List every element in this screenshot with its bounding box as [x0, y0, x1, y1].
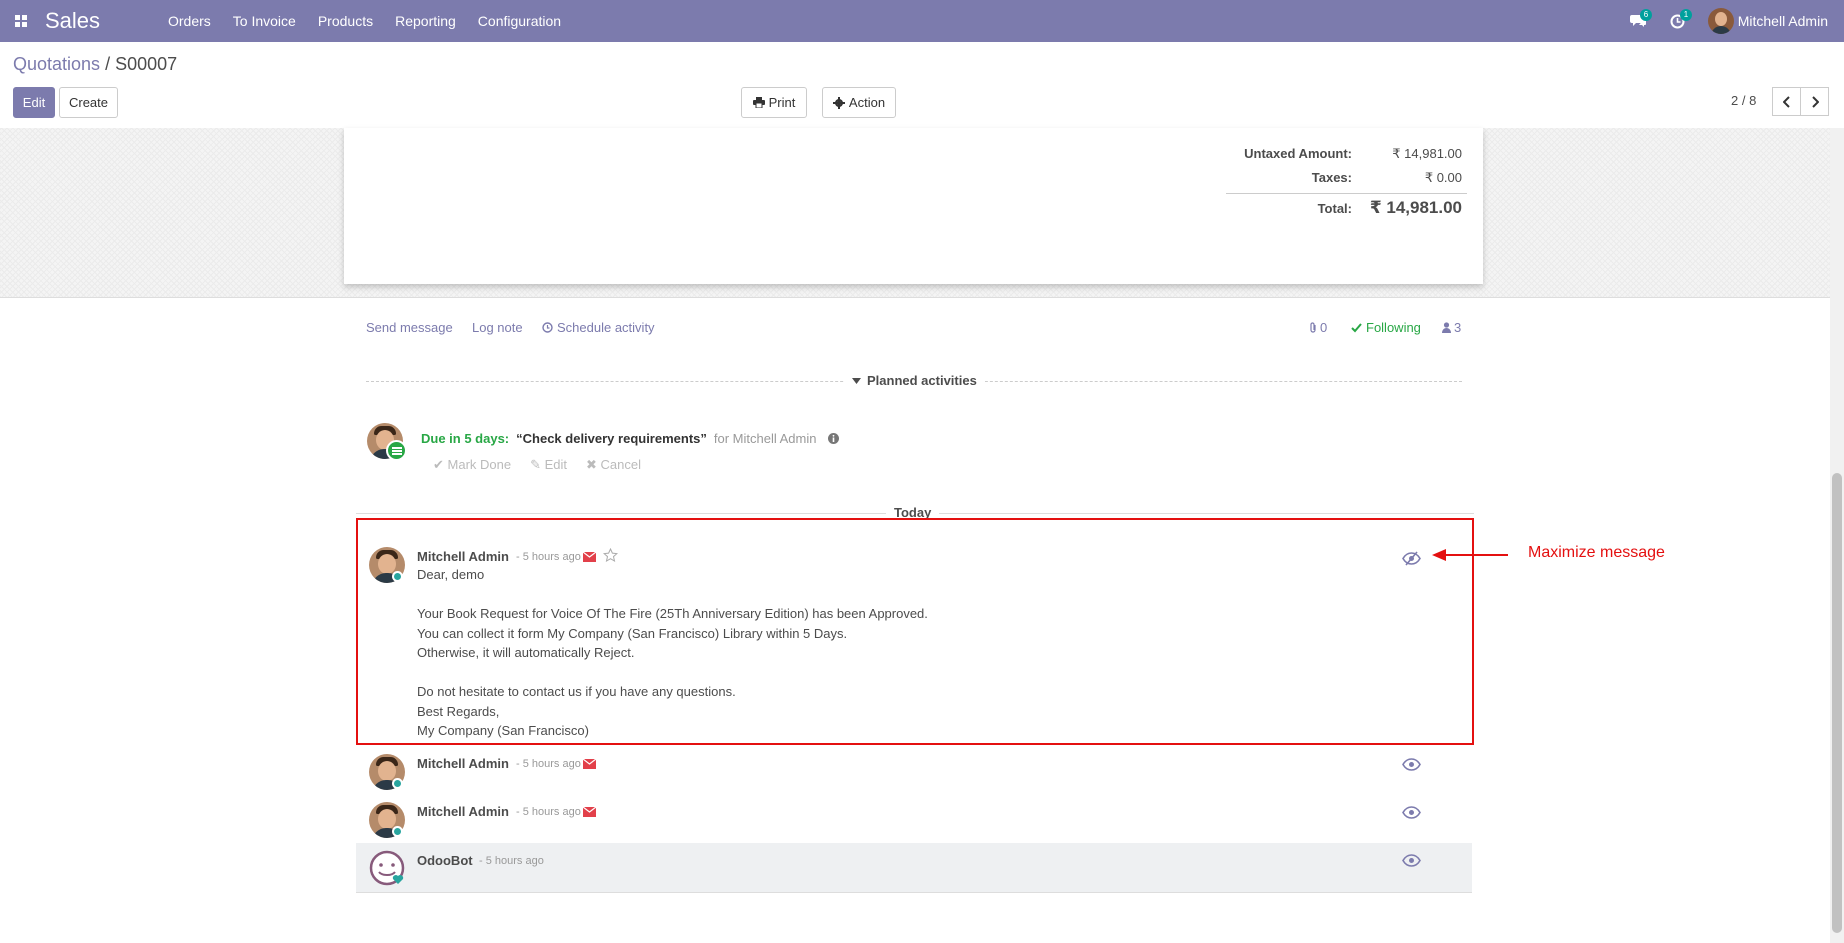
message-body: Dear, demo Your Book Request for Voice O… [417, 567, 928, 738]
pager-previous-button[interactable] [1772, 87, 1801, 116]
message-author[interactable]: Mitchell Admin [417, 804, 509, 819]
taxes-value: ₹ 0.00 [1424, 170, 1462, 185]
message-author[interactable]: Mitchell Admin [417, 549, 509, 564]
activity-menu[interactable]: 1 [1658, 0, 1698, 42]
info-icon[interactable] [828, 433, 840, 444]
user-icon [1442, 322, 1451, 333]
eye-icon[interactable] [1402, 758, 1421, 771]
online-status-icon [392, 826, 403, 837]
taxes-row: Taxes: ₹ 0.00 [1162, 170, 1462, 186]
message-author[interactable]: OdooBot [417, 853, 473, 868]
action-button[interactable]: Action [822, 87, 896, 118]
message-author[interactable]: Mitchell Admin [417, 756, 509, 771]
print-button[interactable]: Print [741, 87, 807, 118]
activity-due: Due in 5 days: [421, 431, 510, 446]
top-navbar: Sales Orders To Invoice Products Reporti… [0, 0, 1844, 42]
user-menu[interactable]: Mitchell Admin [1698, 8, 1844, 34]
planned-activities-toggle[interactable]: Planned activities [844, 373, 985, 388]
vertical-scrollbar[interactable] [1830, 128, 1844, 943]
heart-icon [392, 875, 404, 884]
online-status-icon [392, 571, 403, 582]
menu-reporting[interactable]: Reporting [384, 0, 467, 42]
app-name[interactable]: Sales [45, 8, 157, 34]
message-date: - 5 hours ago [516, 806, 581, 818]
eye-icon[interactable] [1402, 806, 1421, 819]
menu-orders[interactable]: Orders [157, 0, 222, 42]
activity-summary: Due in 5 days: “Check delivery requireme… [421, 431, 840, 446]
activity-cancel-button[interactable]: ✖ Cancel [586, 457, 641, 473]
caret-down-icon [852, 377, 861, 384]
total-label: Total: [1317, 201, 1352, 216]
activity-type-icon [386, 440, 407, 461]
breadcrumb-current: S00007 [115, 54, 178, 74]
totals-divider [1226, 193, 1467, 194]
systray: 6 1 Mitchell Admin [1618, 0, 1844, 42]
main-menu: Orders To Invoice Products Reporting Con… [157, 0, 572, 42]
envelope-icon [583, 807, 596, 817]
print-icon [752, 97, 765, 108]
messages-badge: 6 [1639, 9, 1653, 21]
envelope-icon [583, 552, 596, 562]
message-date: - 5 hours ago [516, 758, 581, 770]
chevron-left-icon [1782, 95, 1790, 108]
annotation-label: Maximize message [1528, 544, 1665, 561]
untaxed-amount-row: Untaxed Amount: ₹ 14,981.00 [1162, 146, 1462, 162]
following-button[interactable]: Following [1351, 320, 1421, 335]
untaxed-amount-value: ₹ 14,981.00 [1392, 146, 1462, 161]
eye-icon[interactable] [1402, 854, 1421, 867]
odoobot-message-row [356, 843, 1472, 893]
total-value: ₹ 14,981.00 [1369, 198, 1462, 217]
breadcrumb: Quotations / S00007 [13, 54, 178, 74]
paperclip-icon [1310, 321, 1316, 333]
menu-products[interactable]: Products [307, 0, 384, 42]
log-note-button[interactable]: Log note [472, 320, 523, 335]
gear-icon [832, 96, 845, 109]
activity-title: “Check delivery requirements” [516, 431, 707, 446]
message-date: - 5 hours ago [479, 855, 544, 867]
chevron-right-icon [1811, 95, 1819, 108]
schedule-activity-button[interactable]: Schedule activity [542, 320, 655, 335]
create-button[interactable]: Create [59, 87, 118, 118]
online-status-icon [392, 778, 403, 789]
check-icon [1351, 322, 1362, 332]
total-row: Total: ₹ 14,981.00 [1162, 198, 1462, 218]
annotation-arrow [1432, 549, 1508, 561]
user-avatar [1707, 8, 1734, 34]
activities-badge: 1 [1679, 9, 1693, 21]
activity-assignee: for Mitchell Admin [713, 431, 817, 446]
messaging-menu[interactable]: 6 [1618, 0, 1658, 42]
activity-edit-button[interactable]: ✎ Edit [530, 457, 567, 473]
message-date: - 5 hours ago [516, 551, 581, 563]
pager-next-button[interactable] [1800, 87, 1829, 116]
eye-slash-icon[interactable] [1402, 551, 1421, 566]
followers-button[interactable]: 3 [1442, 320, 1461, 335]
untaxed-amount-label: Untaxed Amount: [1244, 146, 1352, 161]
edit-button[interactable]: Edit [13, 87, 55, 118]
envelope-icon [583, 759, 596, 769]
clock-icon [542, 322, 553, 333]
star-icon[interactable] [603, 548, 618, 562]
send-message-button[interactable]: Send message [366, 320, 453, 335]
taxes-label: Taxes: [1311, 170, 1352, 185]
user-name: Mitchell Admin [1737, 13, 1828, 29]
form-sheet: Untaxed Amount: ₹ 14,981.00 Taxes: ₹ 0.0… [344, 128, 1483, 284]
pager-value[interactable]: 2 / 8 [1731, 93, 1756, 108]
attachments-button[interactable]: 0 [1309, 320, 1327, 335]
menu-to-invoice[interactable]: To Invoice [222, 0, 307, 42]
breadcrumb-quotations[interactable]: Quotations [13, 54, 100, 74]
mark-done-button[interactable]: ✔ Mark Done [433, 457, 511, 473]
activity-actions: ✔ Mark Done ✎ Edit ✖ Cancel [433, 457, 641, 473]
scrollbar-thumb[interactable] [1832, 473, 1842, 933]
apps-menu-icon[interactable] [0, 0, 42, 42]
menu-configuration[interactable]: Configuration [467, 0, 572, 42]
